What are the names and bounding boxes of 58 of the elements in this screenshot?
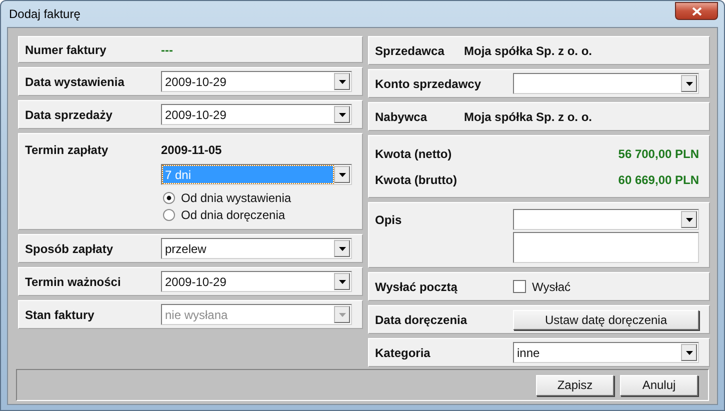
- dropdown-caret-icon: [338, 312, 346, 316]
- set-date-button[interactable]: Ustaw datę doręczenia: [513, 310, 699, 330]
- dropdown-caret-icon: [686, 350, 692, 354]
- dialog-button[interactable]: Zapisz: [536, 374, 614, 396]
- radio-label: Od dnia wystawienia: [181, 190, 292, 204]
- dropdown-value: 2009-10-29: [164, 274, 228, 290]
- field-value: Moja spółka Sp. z o. o.: [464, 44, 592, 58]
- amount-value: 60 669,00 PLN: [618, 172, 699, 186]
- dropdown-field[interactable]: 2009-10-29: [161, 71, 352, 92]
- dialog-button[interactable]: Anuluj: [620, 374, 698, 396]
- field-label: Nabywca: [375, 110, 428, 124]
- dropdown-caret-icon: [338, 80, 346, 84]
- close-icon: [692, 6, 702, 16]
- field-value: 2009-11-05: [161, 143, 222, 157]
- dropdown-field[interactable]: 2009-10-29: [161, 271, 352, 292]
- field-label: Kategoria: [375, 346, 432, 360]
- dropdown-caret-icon: [338, 246, 346, 250]
- window-title: Dodaj fakturę: [8, 7, 80, 21]
- field-label: Wysłać pocztą: [375, 280, 458, 294]
- field-label: Numer faktury: [25, 42, 108, 56]
- dropdown-value: 2009-10-29: [164, 74, 228, 90]
- field-label: Termin ważności: [25, 274, 122, 288]
- dropdown-value: 2009-10-29: [164, 106, 228, 123]
- dropdown-caret-icon: [686, 82, 692, 86]
- field-label: Sprzedawca: [375, 44, 446, 58]
- amount-label: Kwota (netto): [375, 146, 453, 160]
- radio-button[interactable]: [163, 192, 175, 204]
- dropdown-value: 7 dni: [163, 166, 333, 183]
- field-label: Termin zapłaty: [25, 143, 110, 157]
- amount-value: 56 700,00 PLN: [618, 146, 699, 160]
- radio-label: Od dnia doręczenia: [181, 208, 286, 222]
- dropdown-caret-icon: [686, 218, 692, 222]
- dropdown-field[interactable]: [513, 209, 699, 230]
- checkbox-label: Wysłać: [532, 280, 571, 294]
- field-value: Moja spółka Sp. z o. o.: [464, 110, 592, 124]
- dropdown-value: inne: [516, 344, 541, 361]
- dropdown-field[interactable]: inne: [513, 342, 699, 363]
- text-area[interactable]: [513, 232, 699, 263]
- field-label: Konto sprzedawcy: [375, 76, 482, 90]
- field-label: Data wystawienia: [25, 74, 126, 88]
- close-button[interactable]: [675, 2, 718, 20]
- dropdown-caret-icon: [338, 112, 346, 116]
- field-label: Data doręczenia: [375, 312, 468, 326]
- dropdown-value: nie wysłana: [164, 306, 229, 323]
- dropdown-value: przelew: [164, 240, 208, 257]
- radio-button[interactable]: [163, 208, 175, 220]
- dropdown-caret-icon: [338, 280, 346, 284]
- amount-label: Kwota (brutto): [375, 172, 458, 186]
- checkbox[interactable]: [513, 280, 526, 293]
- field-label: Data sprzedaży: [25, 108, 114, 122]
- field-value: ---: [161, 42, 173, 56]
- dropdown-field[interactable]: [513, 73, 699, 94]
- dropdown-field[interactable]: przelew: [161, 238, 352, 259]
- field-label: Stan faktury: [25, 308, 96, 322]
- dropdown-caret-icon: [338, 172, 346, 176]
- field-label: Sposób zapłaty: [25, 242, 114, 256]
- field-label: Opis: [375, 212, 403, 226]
- dropdown-field[interactable]: 2009-10-29: [161, 104, 352, 125]
